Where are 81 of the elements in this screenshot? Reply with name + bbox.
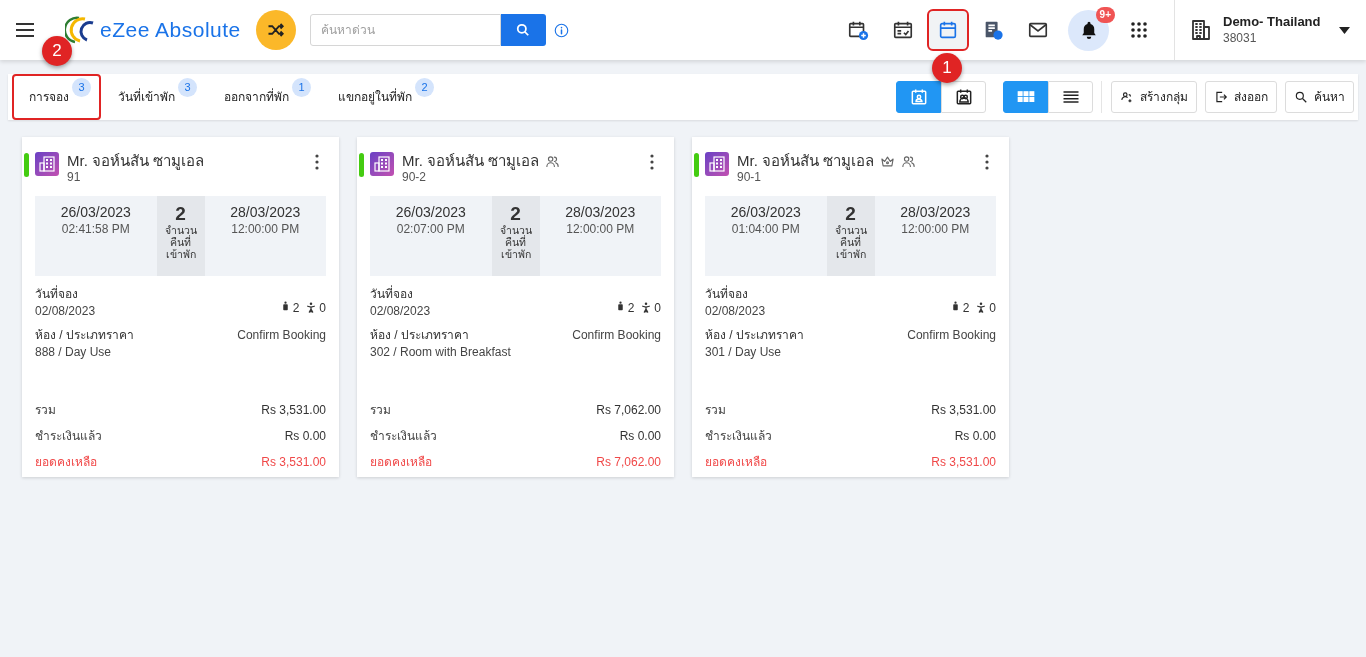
departure-time: 12:00:00 PM: [566, 221, 635, 238]
departure-time: 12:00:00 PM: [231, 221, 300, 238]
room-number: 90-1: [737, 170, 762, 185]
nights-label: จำนวนคืนที่เข้าพัก: [163, 224, 198, 260]
balance-amount: Rs 3,531.00: [931, 455, 996, 470]
booking-date-label: วันที่จอง: [705, 286, 749, 303]
paid-label: ชำระเงินแล้ว: [35, 429, 102, 444]
total-label: รวม: [705, 403, 726, 418]
room-rate-type: 302 / Room with Breakfast: [370, 344, 511, 361]
nights-label: จำนวนคืนที่เข้าพัก: [833, 224, 868, 260]
step-number-badge: 1: [932, 53, 962, 83]
room-number: 90-2: [402, 170, 427, 185]
tab[interactable]: แขกอยู่ในที่พัก 2: [321, 74, 444, 120]
tab[interactable]: ออกจากที่พัก 1: [207, 74, 321, 120]
adult-count: 2: [292, 302, 300, 314]
arrival-time: 01:04:00 PM: [731, 221, 800, 238]
nights-count: 2: [175, 204, 186, 224]
departure-date: 28/03/2023: [900, 204, 971, 221]
search-button[interactable]: ค้นหา: [1285, 81, 1354, 113]
booking-date: 02/08/2023: [35, 303, 96, 320]
count-badge: 3: [178, 78, 197, 97]
booking-status: Confirm Booking: [572, 327, 661, 344]
booking-date: 02/08/2023: [370, 303, 431, 320]
property-code: 38031: [1223, 30, 1258, 46]
room-label: ห้อง / ประเภทราคา: [35, 327, 134, 344]
brand-name: eZee Absolute: [100, 17, 241, 44]
child-count: 0: [319, 302, 326, 314]
total-label: รวม: [370, 403, 391, 418]
nights-count: 2: [510, 204, 521, 224]
total-label: รวม: [35, 403, 56, 418]
child-count: 0: [989, 302, 996, 314]
arrival-time: 02:41:58 PM: [61, 221, 130, 238]
export-button[interactable]: ส่งออก: [1205, 81, 1277, 113]
booking-date-label: วันที่จอง: [35, 286, 79, 303]
guest-name[interactable]: Mr. จอห์นสัน ซามูเอล: [737, 152, 875, 170]
count-badge: 3: [72, 78, 91, 97]
departure-time: 12:00:00 PM: [901, 221, 970, 238]
total-amount: Rs 3,531.00: [261, 403, 326, 418]
paid-amount: Rs 0.00: [954, 429, 996, 444]
total-amount: Rs 7,062.00: [596, 403, 661, 418]
booking-status: Confirm Booking: [907, 327, 996, 344]
nights-count: 2: [845, 204, 856, 224]
arrival-date: 26/03/2023: [730, 204, 801, 221]
property-name: Demo- Thailand: [1223, 14, 1321, 31]
count-badge: 2: [415, 78, 434, 97]
guest-name[interactable]: Mr. จอห์นสัน ซามูเอล: [67, 152, 205, 170]
balance-label: ยอดคงเหลือ: [370, 455, 432, 470]
room-label: ห้อง / ประเภทราคา: [370, 327, 470, 344]
departure-date: 28/03/2023: [230, 204, 301, 221]
child-count: 0: [654, 302, 661, 314]
arrival-time: 02:07:00 PM: [396, 221, 465, 238]
balance-amount: Rs 7,062.00: [596, 455, 661, 470]
booking-date: 02/08/2023: [705, 303, 766, 320]
paid-label: ชำระเงินแล้ว: [705, 429, 772, 444]
balance-amount: Rs 3,531.00: [261, 455, 326, 470]
balance-label: ยอดคงเหลือ: [35, 455, 97, 470]
booking-status: Confirm Booking: [237, 327, 326, 344]
total-amount: Rs 3,531.00: [931, 403, 996, 418]
adult-count: 2: [627, 302, 635, 314]
search-field[interactable]: ค้นหาด่วน: [309, 14, 501, 46]
notification-count: 9+: [1095, 6, 1115, 23]
adult-count: 2: [962, 302, 970, 314]
paid-label: ชำระเงินแล้ว: [370, 429, 437, 444]
create-group-button[interactable]: สร้างกลุ่ม: [1111, 81, 1197, 113]
room-number: 91: [67, 170, 81, 185]
paid-amount: Rs 0.00: [619, 429, 661, 444]
arrival-date: 26/03/2023: [60, 204, 131, 221]
tab[interactable]: การจอง 3: [12, 74, 101, 120]
step-number-badge: 2: [42, 36, 72, 66]
guest-name[interactable]: Mr. จอห์นสัน ซามูเอล: [402, 152, 540, 170]
room-label: ห้อง / ประเภทราคา: [705, 327, 804, 344]
tab[interactable]: วันที่เข้าพัก 3: [101, 74, 207, 120]
paid-amount: Rs 0.00: [284, 429, 326, 444]
room-rate-type: 888 / Day Use: [35, 344, 113, 361]
room-rate-type: 301 / Day Use: [705, 344, 783, 361]
departure-date: 28/03/2023: [565, 204, 636, 221]
balance-label: ยอดคงเหลือ: [705, 455, 767, 470]
count-badge: 1: [292, 78, 311, 97]
arrival-date: 26/03/2023: [395, 204, 466, 221]
nights-label: จำนวนคืนที่เข้าพัก: [498, 224, 533, 260]
booking-date-label: วันที่จอง: [370, 286, 414, 303]
